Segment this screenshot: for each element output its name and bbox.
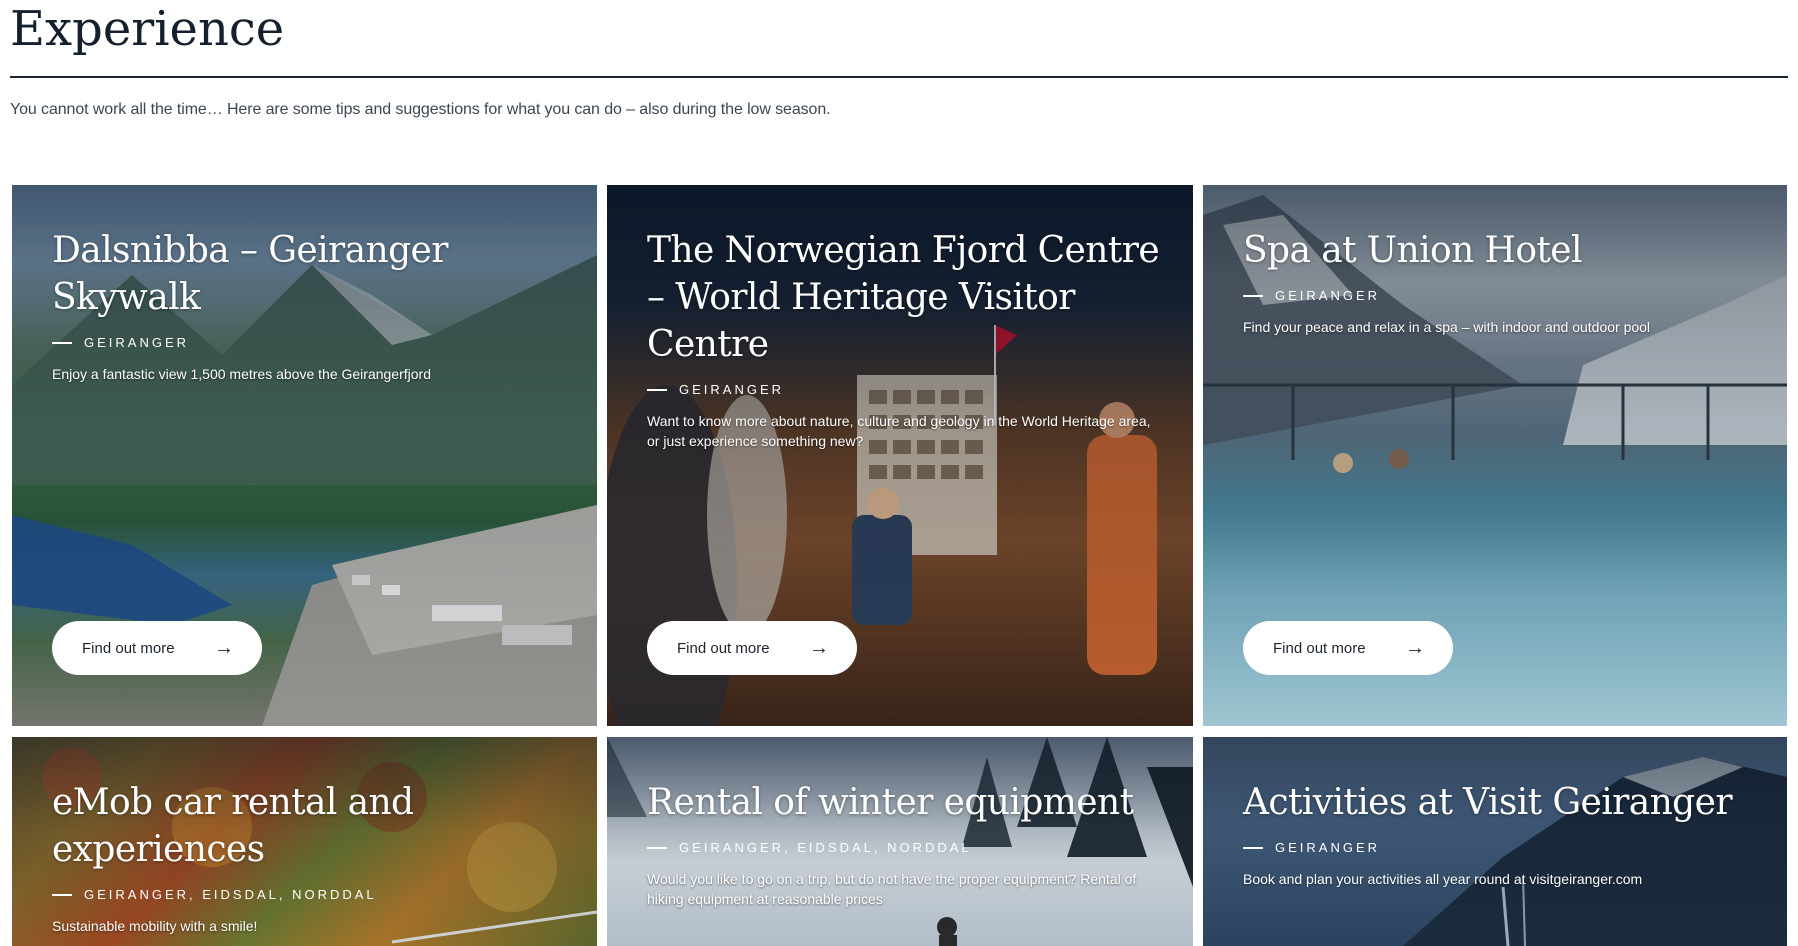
card-location: GEIRANGER — [1243, 840, 1757, 855]
card-description: Want to know more about nature, culture … — [647, 413, 1151, 449]
card-content: Dalsnibba – Geiranger Skywalk GEIRANGER … — [52, 227, 567, 384]
card-location: GEIRANGER — [1243, 288, 1757, 303]
dash-icon — [1243, 294, 1263, 297]
card-content: Rental of winter equipment GEIRANGER, EI… — [647, 779, 1163, 909]
experience-card-dalsnibba[interactable]: Dalsnibba – Geiranger Skywalk GEIRANGER … — [12, 185, 597, 726]
card-title: Dalsnibba – Geiranger Skywalk — [52, 230, 448, 318]
card-title: eMob car rental and experiences — [52, 782, 414, 870]
experience-card-winter-rental[interactable]: Rental of winter equipment GEIRANGER, EI… — [607, 737, 1193, 946]
find-out-more-label: Find out more — [677, 639, 770, 657]
find-out-more-button[interactable]: Find out more → — [647, 621, 857, 675]
card-location-label: GEIRANGER — [1275, 840, 1381, 855]
arrow-right-icon: → — [1405, 637, 1425, 659]
dash-icon — [647, 846, 667, 849]
find-out-more-button[interactable]: Find out more → — [52, 621, 262, 675]
card-location-label: GEIRANGER — [84, 335, 190, 350]
card-location: GEIRANGER — [52, 335, 567, 350]
card-description: Enjoy a fantastic view 1,500 metres abov… — [52, 366, 431, 382]
card-description: Book and plan your activities all year r… — [1243, 871, 1643, 887]
card-title: Rental of winter equipment — [647, 782, 1134, 823]
experience-card-fjord-centre[interactable]: The Norwegian Fjord Centre – World Herit… — [607, 185, 1193, 726]
card-location: GEIRANGER, EIDSDAL, NORDDAL — [52, 887, 567, 902]
experience-card-spa[interactable]: Spa at Union Hotel GEIRANGER Find your p… — [1203, 185, 1787, 726]
page-intro: You cannot work all the time… Here are s… — [10, 101, 831, 118]
dash-icon — [52, 341, 72, 344]
dash-icon — [647, 388, 667, 391]
card-content: Activities at Visit Geiranger GEIRANGER … — [1243, 779, 1757, 889]
arrow-right-icon: → — [214, 637, 234, 659]
card-location-label: GEIRANGER — [679, 382, 785, 397]
card-location-label: GEIRANGER — [1275, 288, 1381, 303]
experience-card-visit-geiranger[interactable]: Activities at Visit Geiranger GEIRANGER … — [1203, 737, 1787, 946]
card-description: Would you like to go on a trip, but do n… — [647, 871, 1137, 907]
card-location: GEIRANGER — [647, 382, 1163, 397]
dash-icon — [52, 893, 72, 896]
card-content: eMob car rental and experiences GEIRANGE… — [52, 779, 567, 936]
card-title: Spa at Union Hotel — [1243, 230, 1582, 271]
card-content: Spa at Union Hotel GEIRANGER Find your p… — [1243, 227, 1757, 337]
dash-icon — [1243, 846, 1263, 849]
card-title: The Norwegian Fjord Centre – World Herit… — [647, 230, 1160, 365]
card-description: Sustainable mobility with a smile! — [52, 918, 258, 934]
arrow-right-icon: → — [809, 637, 829, 659]
card-title: Activities at Visit Geiranger — [1243, 782, 1733, 823]
find-out-more-label: Find out more — [1273, 639, 1366, 657]
card-description: Find your peace and relax in a spa – wit… — [1243, 319, 1651, 335]
card-location-label: GEIRANGER, EIDSDAL, NORDDAL — [679, 840, 972, 855]
page-title: Experience — [10, 1, 285, 57]
find-out-more-button[interactable]: Find out more → — [1243, 621, 1453, 675]
experience-card-emob[interactable]: eMob car rental and experiences GEIRANGE… — [12, 737, 597, 946]
card-location: GEIRANGER, EIDSDAL, NORDDAL — [647, 840, 1163, 855]
title-divider — [10, 76, 1788, 78]
card-content: The Norwegian Fjord Centre – World Herit… — [647, 227, 1163, 451]
find-out-more-label: Find out more — [82, 639, 175, 657]
card-location-label: GEIRANGER, EIDSDAL, NORDDAL — [84, 887, 377, 902]
